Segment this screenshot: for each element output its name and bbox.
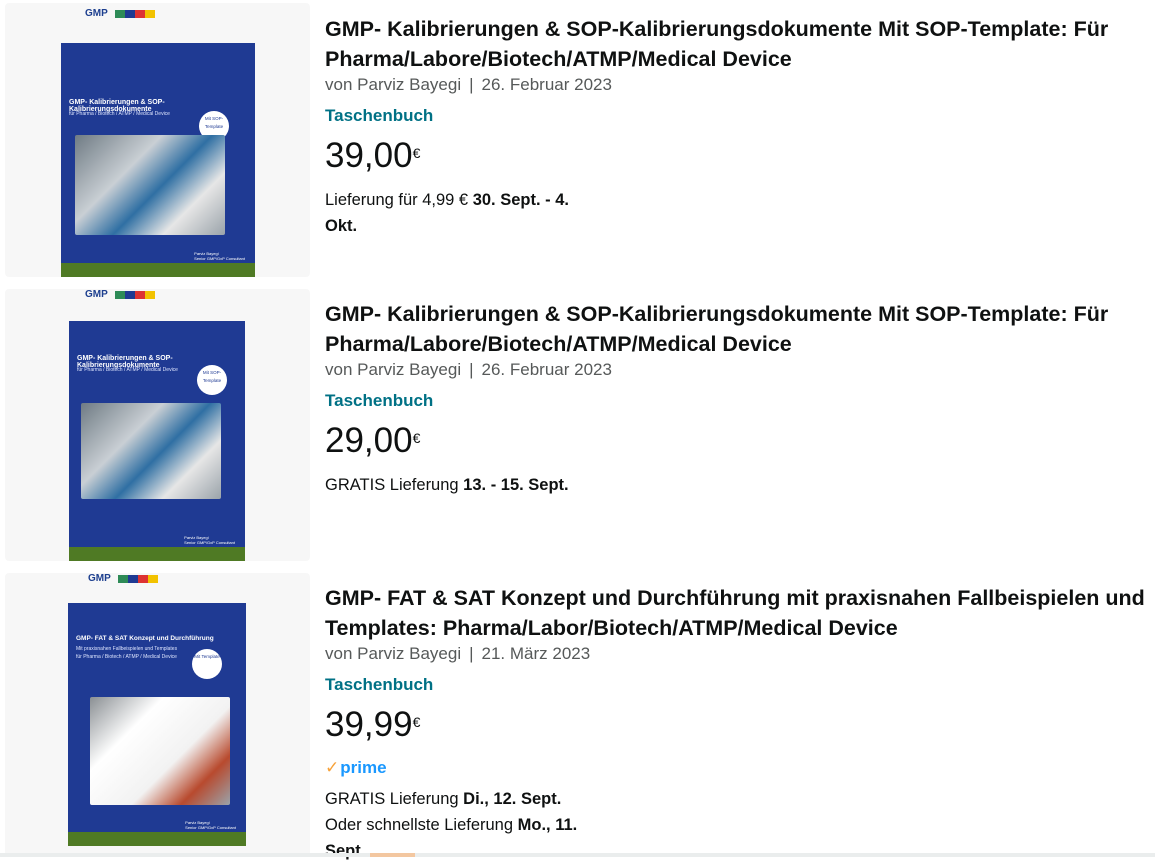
byline-separator: | (469, 75, 474, 94)
cover-badge: Mit Template (192, 649, 222, 679)
cover-brand-logo (115, 291, 155, 299)
delivery-line: GRATIS Lieferung 13. - 15. Sept. (325, 476, 569, 494)
search-result-3: GMP GMP- FAT & SAT Konzept und Durchführ… (5, 573, 1155, 860)
price-whole: 39,99 (325, 705, 413, 744)
format-link[interactable]: Taschenbuch (325, 389, 1145, 413)
byline: von Parviz Bayegi | 26. Februar 2023 (325, 357, 1145, 383)
price-whole: 29,00 (325, 421, 413, 460)
result-info: GMP- Kalibrierungen & SOP-Kalibrierungsd… (325, 299, 1145, 498)
prime-badge: ✓prime (325, 758, 1145, 778)
delivery-info: Lieferung für 4,99 € 30. Sept. - 4. Okt. (325, 187, 1145, 239)
author-name: Parviz Bayegi (357, 75, 462, 94)
cover-photo (90, 697, 230, 805)
cover-brand-logo (115, 10, 155, 18)
price-currency: € (412, 430, 421, 446)
publication-date: 26. Februar 2023 (481, 75, 612, 94)
product-title-link[interactable]: GMP- Kalibrierungen & SOP-Kalibrierungsd… (325, 14, 1145, 74)
prime-check-icon: ✓ (325, 758, 340, 777)
cover-author: Parviz Bayegi Senior GMP/GxP Consultant (185, 820, 236, 830)
product-image-panel[interactable]: GMP GMP- Kalibrierungen & SOP-Kalibrieru… (5, 289, 310, 561)
delivery-line: Oder schnellste Lieferung Mo., 11. (325, 816, 578, 834)
cover-photo (75, 135, 225, 235)
cover-footer-band (69, 547, 245, 561)
product-title-link[interactable]: GMP- Kalibrierungen & SOP-Kalibrierungsd… (325, 299, 1145, 359)
search-result-2: GMP GMP- Kalibrierungen & SOP-Kalibrieru… (5, 289, 1155, 561)
author-name: Parviz Bayegi (357, 360, 462, 379)
horizontal-scrollbar[interactable] (0, 853, 1155, 857)
delivery-line: GRATIS Lieferung Di., 12. Sept. (325, 790, 562, 808)
price-currency: € (412, 714, 421, 730)
format-link[interactable]: Taschenbuch (325, 673, 1145, 697)
cover-title: GMP- FAT & SAT Konzept und Durchführung (76, 635, 214, 642)
cover-brand: GMP (85, 289, 108, 300)
byline-separator: | (469, 644, 474, 663)
cover-footer-band (68, 832, 246, 846)
publication-date: 26. Februar 2023 (481, 360, 612, 379)
cover-photo (81, 403, 221, 499)
publication-date: 21. März 2023 (481, 644, 591, 663)
cover-brand-logo (118, 575, 158, 583)
price[interactable]: 29,00€ (325, 421, 1145, 468)
prime-label: prime (340, 758, 387, 777)
byline: von Parviz Bayegi | 26. Februar 2023 (325, 72, 1145, 98)
byline-prefix: von (325, 75, 353, 94)
format-link[interactable]: Taschenbuch (325, 104, 1145, 128)
product-title-link[interactable]: GMP- FAT & SAT Konzept und Durchführung … (325, 583, 1145, 643)
price-currency: € (412, 145, 421, 161)
author-name: Parviz Bayegi (357, 644, 462, 663)
result-info: GMP- FAT & SAT Konzept und Durchführung … (325, 583, 1145, 864)
byline: von Parviz Bayegi | 21. März 2023 (325, 641, 1145, 667)
price[interactable]: 39,99€ (325, 705, 1145, 752)
cover-author: Parviz Bayegi Senior GMP/GxP Consultant (194, 251, 245, 261)
delivery-line: Sept. (325, 842, 366, 860)
delivery-line: Lieferung für 4,99 € 30. Sept. - 4. (325, 191, 569, 209)
cover-badge: Mit SOP-Template (197, 365, 227, 395)
delivery-info: GRATIS Lieferung 13. - 15. Sept. (325, 472, 1145, 498)
cover-footer-band (61, 263, 255, 277)
cover-wave (61, 23, 255, 57)
book-cover-image[interactable]: GMP GMP- Kalibrierungen & SOP-Kalibrieru… (69, 289, 245, 561)
book-cover-image[interactable]: GMP GMP- FAT & SAT Konzept und Durchführ… (68, 573, 246, 846)
book-cover-image[interactable]: GMP GMP- Kalibrierungen & SOP-Kalibrieru… (61, 8, 255, 277)
cover-brand: GMP (88, 573, 111, 584)
byline-prefix: von (325, 644, 353, 663)
product-image-panel[interactable]: GMP GMP- FAT & SAT Konzept und Durchführ… (5, 573, 310, 857)
delivery-line: Okt. (325, 217, 358, 235)
search-result-1: GMP GMP- Kalibrierungen & SOP-Kalibrieru… (5, 3, 1155, 277)
price[interactable]: 39,00€ (325, 136, 1145, 183)
byline-prefix: von (325, 360, 353, 379)
byline-separator: | (469, 360, 474, 379)
product-image-panel[interactable]: GMP GMP- Kalibrierungen & SOP-Kalibrieru… (5, 3, 310, 277)
price-whole: 39,00 (325, 136, 413, 175)
cover-brand: GMP (85, 8, 108, 19)
cover-author: Parviz Bayegi Senior GMP/GxP Consultant (184, 535, 235, 545)
result-info: GMP- Kalibrierungen & SOP-Kalibrierungsd… (325, 14, 1145, 239)
scroll-indicator[interactable] (370, 853, 415, 857)
